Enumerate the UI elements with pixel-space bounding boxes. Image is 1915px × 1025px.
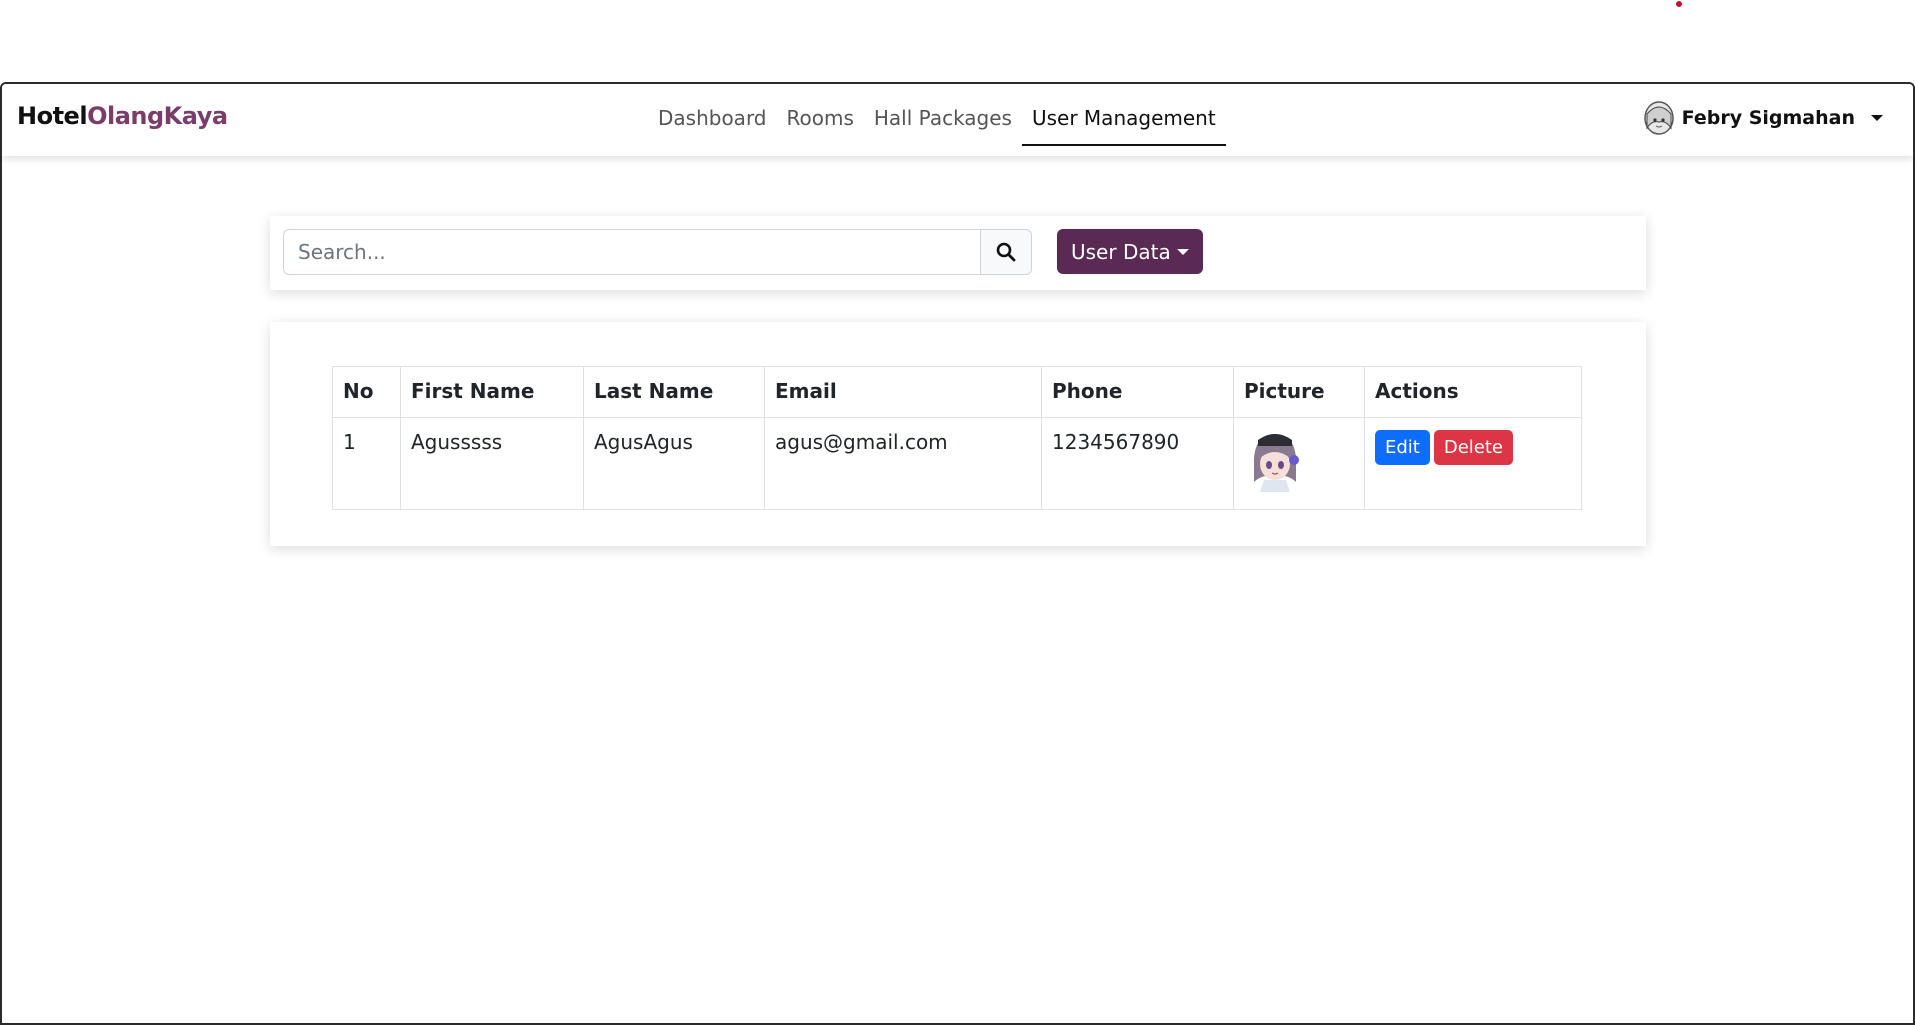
header-no: No xyxy=(332,366,401,418)
nav-links: Dashboard Rooms Hall Packages User Manag… xyxy=(648,96,1226,146)
header-actions: Actions xyxy=(1364,366,1582,418)
search-icon xyxy=(996,242,1016,262)
header-phone: Phone xyxy=(1041,366,1234,418)
cell-first-name: Agusssss xyxy=(400,417,584,510)
table-row: 1 Agusssss AgusAgus agus@gmail.com 12345… xyxy=(332,417,1582,510)
cell-actions: Edit Delete xyxy=(1364,417,1582,510)
nav-link-dashboard[interactable]: Dashboard xyxy=(648,96,777,146)
user-name: Febry Sigmahan xyxy=(1681,107,1855,129)
users-table-card: No First Name Last Name Email Phone Pict… xyxy=(270,322,1646,546)
search-button[interactable] xyxy=(980,229,1032,275)
notification-dot xyxy=(1676,1,1682,7)
navbar: HotelOlangKaya Dashboard Rooms Hall Pack… xyxy=(2,84,1913,156)
user-data-dropdown-button[interactable]: User Data xyxy=(1057,229,1203,274)
cell-email: agus@gmail.com xyxy=(764,417,1042,510)
user-data-label: User Data xyxy=(1071,239,1171,264)
cell-no: 1 xyxy=(332,417,401,510)
users-table: No First Name Last Name Email Phone Pict… xyxy=(332,366,1582,510)
brand-part-1: Hotel xyxy=(17,102,88,130)
brand-logo[interactable]: HotelOlangKaya xyxy=(17,102,228,130)
cell-last-name: AgusAgus xyxy=(583,417,765,510)
header-first-name: First Name xyxy=(400,366,584,418)
nav-link-hall-packages[interactable]: Hall Packages xyxy=(864,96,1022,146)
header-last-name: Last Name xyxy=(583,366,765,418)
chevron-down-icon xyxy=(1176,248,1189,255)
brand-part-2: OlangKaya xyxy=(87,102,228,130)
nav-link-user-management[interactable]: User Management xyxy=(1021,96,1226,146)
avatar xyxy=(1643,101,1674,135)
table-header-row: No First Name Last Name Email Phone Pict… xyxy=(332,366,1582,418)
header-picture: Picture xyxy=(1233,366,1365,418)
header-email: Email xyxy=(764,366,1042,418)
chevron-down-icon xyxy=(1871,115,1883,121)
edit-button[interactable]: Edit xyxy=(1375,430,1430,465)
nav-link-rooms[interactable]: Rooms xyxy=(777,96,864,146)
cell-picture xyxy=(1233,417,1365,510)
browser-window: HotelOlangKaya Dashboard Rooms Hall Pack… xyxy=(0,82,1915,1025)
user-picture xyxy=(1244,428,1306,492)
delete-button[interactable]: Delete xyxy=(1433,430,1514,465)
search-card: User Data xyxy=(270,216,1646,290)
cell-phone: 1234567890 xyxy=(1041,417,1234,510)
user-menu[interactable]: Febry Sigmahan xyxy=(1642,98,1883,138)
search-input[interactable] xyxy=(283,229,981,275)
